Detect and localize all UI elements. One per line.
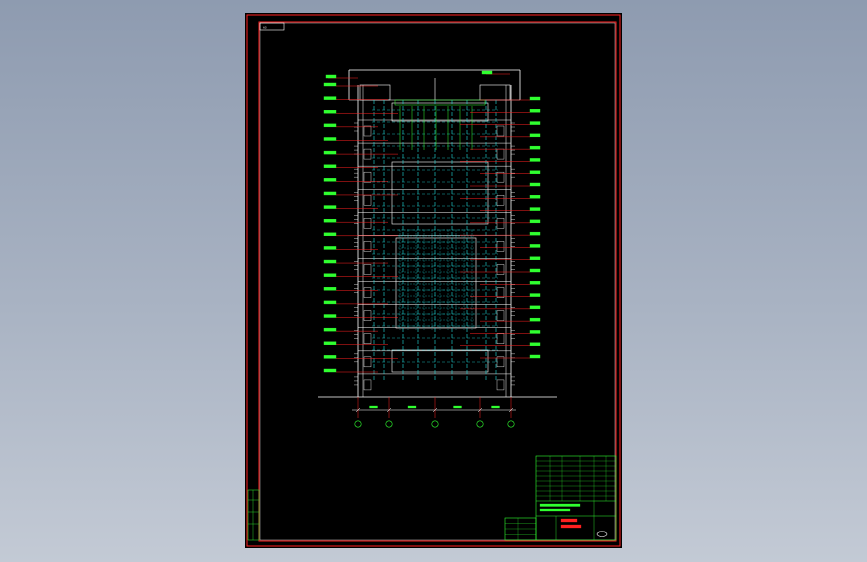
label-left-21 <box>323 355 337 359</box>
label-left-12 <box>323 232 337 237</box>
label-right-6 <box>529 158 541 162</box>
label-left-5 <box>323 137 337 141</box>
label-right-3 <box>529 121 541 125</box>
label-left-22 <box>323 368 337 373</box>
project-name-text <box>539 503 581 507</box>
label-right-8 <box>529 182 541 187</box>
label-right-14 <box>529 256 541 260</box>
project-sub-text <box>539 508 571 512</box>
drawing-title-text-2 <box>560 524 582 529</box>
label-left-16 <box>323 287 337 291</box>
label-right-10 <box>529 207 541 211</box>
label-right-11 <box>529 219 541 224</box>
label-right-20 <box>529 330 541 334</box>
label-left-8 <box>323 178 337 182</box>
label-right-4 <box>529 133 541 138</box>
label-left-13 <box>323 246 337 250</box>
label-left-2 <box>323 96 337 100</box>
label-left-14 <box>323 259 337 264</box>
label-left-19 <box>323 327 337 332</box>
label-right-2 <box>529 109 541 113</box>
label-right-17 <box>529 293 541 297</box>
dimension-text-3 <box>453 405 462 409</box>
label-left-4 <box>323 123 337 128</box>
label-right-18 <box>529 305 541 310</box>
label-right-13 <box>529 244 541 248</box>
dimension-text-1 <box>369 405 378 409</box>
label-right-19 <box>529 317 541 322</box>
label-left-20 <box>323 341 337 345</box>
label-left-3 <box>323 110 337 114</box>
label-right-15 <box>529 268 541 273</box>
label-left-9 <box>323 191 337 196</box>
label-right-22 <box>529 354 541 359</box>
label-right-7 <box>529 170 541 174</box>
drawing-sheet <box>245 13 622 548</box>
label-right-12 <box>529 231 541 236</box>
label-left-7 <box>323 164 337 168</box>
label-top-right <box>481 70 493 75</box>
label-right-21 <box>529 342 541 346</box>
label-right-5 <box>529 145 541 150</box>
label-left-1 <box>323 82 337 87</box>
label-left-15 <box>323 273 337 277</box>
svg-text:A3: A3 <box>263 26 267 30</box>
label-left-17 <box>323 300 337 305</box>
label-left-11 <box>323 218 337 223</box>
label-left-6 <box>323 150 337 155</box>
label-left-18 <box>323 314 337 318</box>
dimension-text-2 <box>407 405 417 409</box>
label-right-16 <box>529 281 541 285</box>
drawing-title-text <box>560 518 578 523</box>
label-top-left <box>325 74 337 79</box>
label-right-1 <box>529 96 541 101</box>
label-left-10 <box>323 205 337 209</box>
label-right-9 <box>529 195 541 199</box>
cad-viewer-canvas[interactable]: A3 <box>0 0 867 562</box>
dimension-text-4 <box>491 405 500 409</box>
